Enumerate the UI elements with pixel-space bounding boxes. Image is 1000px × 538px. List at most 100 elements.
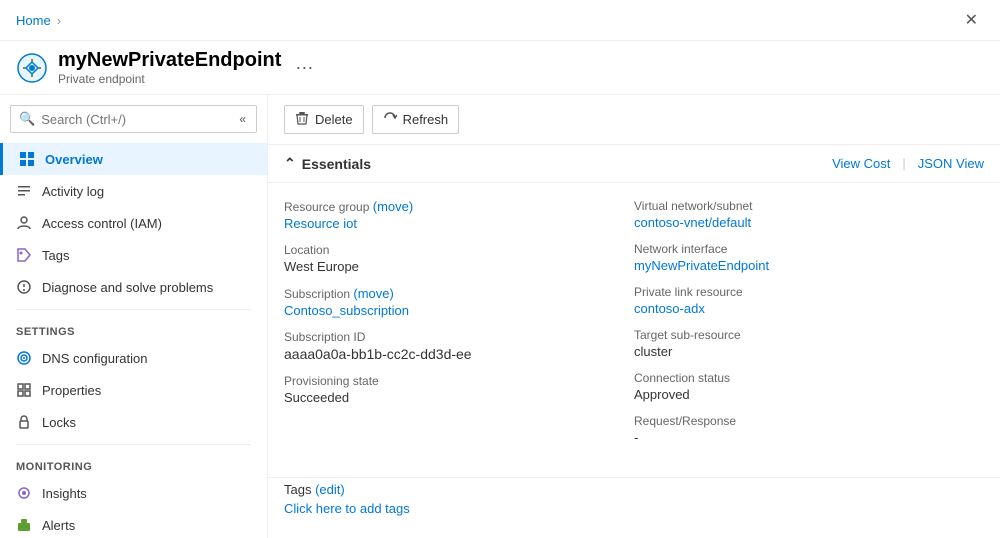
alerts-label: Alerts (42, 518, 75, 533)
more-options-button[interactable]: ··· (295, 57, 313, 78)
settings-section-label: Settings (0, 316, 267, 342)
access-control-label: Access control (IAM) (42, 216, 162, 231)
json-view-link[interactable]: JSON View (918, 156, 984, 171)
subscription-field: Subscription (move) Contoso_subscription (284, 286, 634, 318)
refresh-icon (383, 111, 397, 128)
sidebar-item-insights[interactable]: Insights (0, 477, 267, 509)
tags-edit-link[interactable]: (edit) (315, 482, 345, 497)
diagnose-icon (16, 279, 32, 295)
delete-label: Delete (315, 112, 353, 127)
resource-type: Private endpoint (58, 72, 281, 86)
subscription-value-link[interactable]: Contoso_subscription (284, 303, 409, 318)
location-field: Location West Europe (284, 243, 634, 274)
subscription-id-value: aaaa0a0a-bb1b-cc2c-dd3d-ee (284, 346, 634, 362)
collapse-button[interactable]: « (237, 110, 248, 128)
dns-config-icon (16, 350, 32, 366)
essentials-left-col: Resource group (move) Resource iot Locat… (284, 199, 634, 457)
resource-group-value-link[interactable]: Resource (284, 216, 340, 231)
search-box[interactable]: 🔍 « (10, 105, 257, 133)
subscription-label: Subscription (move) (284, 286, 634, 301)
dns-config-label: DNS configuration (42, 351, 148, 366)
refresh-label: Refresh (403, 112, 449, 127)
request-response-label: Request/Response (634, 414, 984, 428)
essentials-grid: Resource group (move) Resource iot Locat… (268, 183, 1000, 473)
alerts-icon (16, 517, 32, 533)
sidebar-item-overview[interactable]: Overview (0, 143, 267, 175)
essentials-actions: View Cost | JSON View (832, 156, 984, 171)
pipe-separator: | (902, 156, 905, 171)
provisioning-state-field: Provisioning state Succeeded (284, 374, 634, 405)
private-link-value-link[interactable]: contoso-adx (634, 301, 705, 316)
subscription-id-label: Subscription ID (284, 330, 634, 344)
virtual-network-value-link[interactable]: contoso-vnet/default (634, 215, 751, 230)
network-interface-value-link[interactable]: myNewPrivateEndpoint (634, 258, 769, 273)
virtual-network-label: Virtual network/subnet (634, 199, 984, 213)
provisioning-state-label: Provisioning state (284, 374, 634, 388)
monitoring-section-label: Monitoring (0, 451, 267, 477)
resource-group-label: Resource group (move) (284, 199, 634, 214)
sidebar-item-locks[interactable]: Locks (0, 406, 267, 438)
tags-label: Tags (42, 248, 69, 263)
essentials-right-col: Virtual network/subnet contoso-vnet/defa… (634, 199, 984, 457)
subscription-move-link[interactable]: (move) (353, 286, 393, 301)
tags-label-row: Tags (edit) (284, 482, 984, 497)
sidebar-item-activity-log[interactable]: Activity log (0, 175, 267, 207)
request-response-value: - (634, 430, 984, 445)
delete-icon (295, 111, 309, 128)
insights-label: Insights (42, 486, 87, 501)
properties-label: Properties (42, 383, 101, 398)
essentials-header: ⌃ Essentials View Cost | JSON View (268, 145, 1000, 183)
refresh-button[interactable]: Refresh (372, 105, 460, 134)
resource-name: myNewPrivateEndpoint (58, 49, 281, 72)
settings-divider (16, 309, 251, 310)
tags-add-link[interactable]: Click here to add tags (284, 501, 410, 516)
private-link-field: Private link resource contoso-adx (634, 285, 984, 316)
connection-status-label: Connection status (634, 371, 984, 385)
provisioning-state-value: Succeeded (284, 390, 634, 405)
properties-icon (16, 382, 32, 398)
search-icon: 🔍 (19, 111, 35, 127)
essentials-title: ⌃ Essentials (284, 155, 371, 172)
resource-group-move-link[interactable]: (move) (373, 199, 413, 214)
locks-label: Locks (42, 415, 76, 430)
location-value: West Europe (284, 259, 634, 274)
overview-label: Overview (45, 152, 103, 167)
delete-button[interactable]: Delete (284, 105, 364, 134)
title-text: myNewPrivateEndpoint Private endpoint (58, 49, 281, 86)
activity-log-icon (16, 183, 32, 199)
main-layout: 🔍 « Overview Activity log Access control… (0, 95, 1000, 538)
tags-section: Tags (edit) Click here to add tags (268, 477, 1000, 532)
top-bar: Home › ✕ (0, 0, 1000, 41)
network-interface-label: Network interface (634, 242, 984, 256)
locks-icon (16, 414, 32, 430)
sidebar-item-dns-config[interactable]: DNS configuration (0, 342, 267, 374)
resource-group-sub-link[interactable]: iot (343, 216, 357, 231)
sidebar-item-diagnose[interactable]: Diagnose and solve problems (0, 271, 267, 303)
sidebar-item-access-control[interactable]: Access control (IAM) (0, 207, 267, 239)
main-content: Delete Refresh ⌃ Essentials View Cost | … (268, 95, 1000, 538)
resource-icon (16, 52, 48, 84)
essentials-title-text: Essentials (302, 156, 371, 172)
target-sub-value: cluster (634, 344, 984, 359)
target-sub-field: Target sub-resource cluster (634, 328, 984, 359)
breadcrumb-sep: › (57, 13, 61, 28)
virtual-network-field: Virtual network/subnet contoso-vnet/defa… (634, 199, 984, 230)
toolbar: Delete Refresh (268, 95, 1000, 145)
resource-group-field: Resource group (move) Resource iot (284, 199, 634, 231)
breadcrumb: Home › (16, 13, 61, 28)
network-interface-field: Network interface myNewPrivateEndpoint (634, 242, 984, 273)
diagnose-label: Diagnose and solve problems (42, 280, 213, 295)
private-link-label: Private link resource (634, 285, 984, 299)
subscription-id-field: Subscription ID aaaa0a0a-bb1b-cc2c-dd3d-… (284, 330, 634, 362)
sidebar-item-alerts[interactable]: Alerts (0, 509, 267, 538)
connection-status-value: Approved (634, 387, 984, 402)
sidebar-item-tags[interactable]: Tags (0, 239, 267, 271)
sidebar-item-properties[interactable]: Properties (0, 374, 267, 406)
close-button[interactable]: ✕ (959, 8, 984, 32)
breadcrumb-home[interactable]: Home (16, 13, 51, 28)
search-input[interactable] (41, 112, 231, 127)
activity-log-label: Activity log (42, 184, 104, 199)
connection-status-field: Connection status Approved (634, 371, 984, 402)
view-cost-link[interactable]: View Cost (832, 156, 890, 171)
essentials-collapse-icon[interactable]: ⌃ (284, 155, 296, 172)
